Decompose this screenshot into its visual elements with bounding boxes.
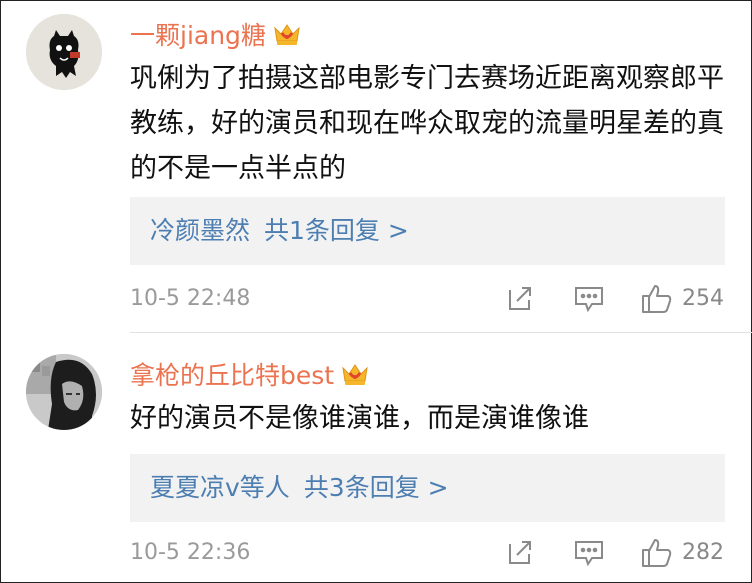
replies-preview[interactable]: 夏夏凉v等人 共3条回复 >	[130, 454, 725, 522]
share-icon[interactable]	[504, 536, 536, 572]
replies-preview[interactable]: 冷颜墨然 共1条回复 >	[130, 197, 725, 265]
like-count: 282	[682, 540, 724, 565]
comment-item: 拿枪的丘比特best 好的演员不是像谁演谁，而是演谁像谁 夏夏凉v等人 共3条回复…	[0, 334, 752, 583]
comment-icon[interactable]	[572, 536, 606, 572]
comment-text: 好的演员不是像谁演谁，而是演谁像谁	[130, 403, 589, 434]
share-icon[interactable]	[504, 282, 536, 318]
avatar[interactable]	[26, 354, 102, 430]
timestamp: 10-5 22:36	[130, 540, 251, 565]
thumbs-up-icon[interactable]	[640, 282, 674, 320]
crown-badge-icon	[272, 21, 302, 53]
comment-item: 一颗jiang糖 巩俐为了拍摄这部电影专门去赛场近距离观察郎平教练，好的演员和现…	[0, 0, 752, 332]
thumbs-up-icon[interactable]	[640, 536, 674, 574]
username-text[interactable]: 一颗jiang糖	[130, 21, 266, 50]
timestamp: 10-5 22:48	[130, 286, 251, 311]
comment-text: 巩俐为了拍摄这部电影专门去赛场近距离观察郎平教练，好的演员和现在哗众取宠的流量明…	[130, 63, 724, 184]
like-count: 254	[682, 286, 724, 311]
reply-authors[interactable]: 冷颜墨然	[150, 216, 250, 245]
username-text[interactable]: 拿枪的丘比特best	[130, 361, 334, 390]
crown-badge-icon	[340, 361, 370, 393]
comment-meta: 10-5 22:36 282	[130, 534, 725, 574]
reply-count-link[interactable]: 共1条回复 >	[264, 216, 409, 245]
avatar[interactable]	[26, 14, 102, 90]
divider	[130, 332, 752, 333]
comment-icon[interactable]	[572, 282, 606, 318]
username[interactable]: 一颗jiang糖	[130, 16, 302, 53]
username[interactable]: 拿枪的丘比特best	[130, 356, 370, 393]
reply-authors[interactable]: 夏夏凉v等人	[150, 473, 290, 502]
comment-meta: 10-5 22:48 254	[130, 280, 725, 320]
reply-count-link[interactable]: 共3条回复 >	[304, 473, 449, 502]
